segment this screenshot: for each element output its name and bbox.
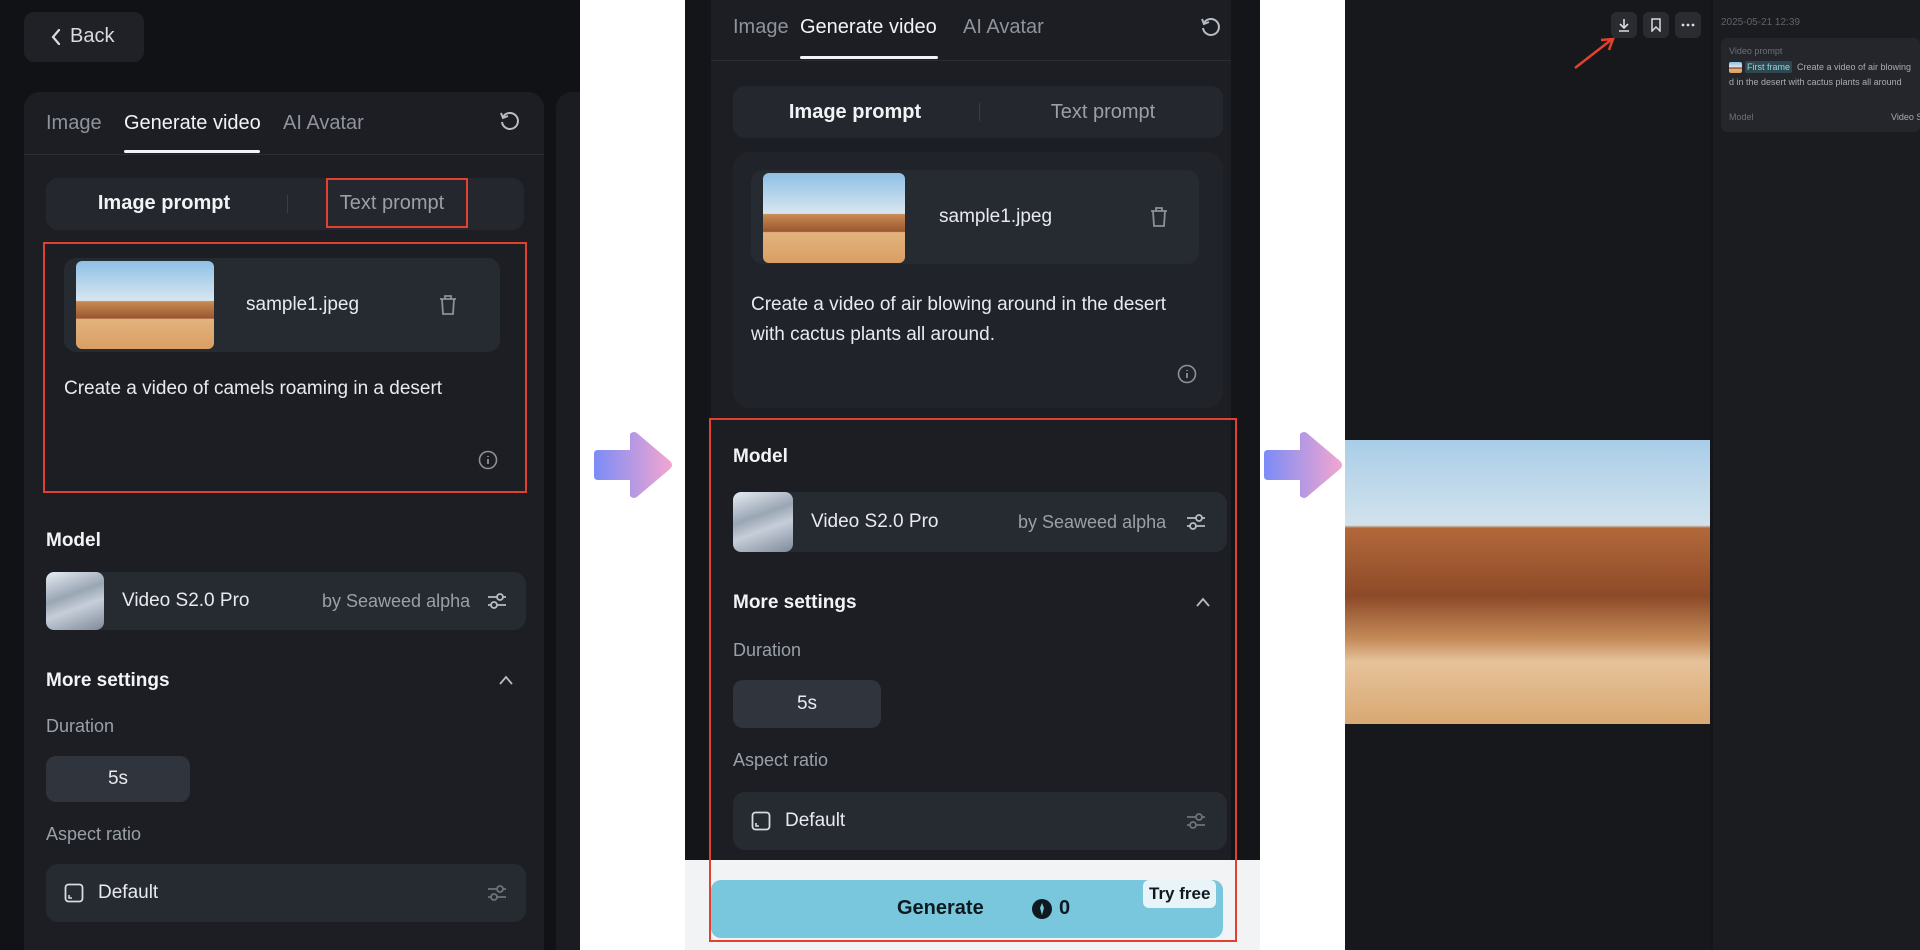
more-settings-title[interactable]: More settings: [46, 670, 170, 692]
toggle-separator: [287, 195, 288, 213]
chevron-left-icon: [51, 29, 61, 45]
tab-image[interactable]: Image: [733, 16, 789, 39]
bookmark-icon: [1651, 18, 1661, 32]
reset-icon[interactable]: [1199, 16, 1221, 38]
aspect-ratio-value: Default: [98, 882, 159, 903]
tab-ai-avatar[interactable]: AI Avatar: [963, 16, 1044, 39]
adjacent-card-edge: [556, 92, 580, 950]
download-icon: [1619, 19, 1629, 32]
more-button[interactable]: [1675, 12, 1701, 38]
text-prompt-tab[interactable]: Text prompt: [981, 101, 1225, 124]
tab-image[interactable]: Image: [46, 112, 102, 135]
timestamp: 2025-05-21 12:39: [1721, 17, 1800, 28]
reset-icon[interactable]: [498, 110, 520, 132]
model-section-title: Model: [46, 530, 101, 551]
prompt-area: sample1.jpeg Create a video of air blowi…: [733, 152, 1223, 408]
prompt-line-2: d in the desert with cactus plants all a…: [1729, 77, 1902, 87]
tabs-divider: [711, 60, 1231, 61]
step1-panel: Back Image Generate video AI Avatar Imag…: [0, 0, 580, 950]
tab-generate-video[interactable]: Generate video: [124, 112, 261, 135]
tab-ai-avatar[interactable]: AI Avatar: [283, 112, 364, 135]
aspect-ratio-icon: [64, 883, 84, 903]
model-by: by Seaweed alpha: [322, 591, 471, 611]
first-frame-thumbnail: [1729, 62, 1742, 73]
uploaded-file-row: sample1.jpeg: [751, 170, 1199, 264]
duration-label: Duration: [46, 716, 115, 736]
active-tab-underline: [124, 150, 260, 153]
trash-icon[interactable]: [1149, 206, 1169, 228]
duration-button[interactable]: 5s: [46, 756, 190, 802]
toggle-separator: [979, 103, 980, 121]
tabs-divider: [24, 154, 544, 155]
tab-generate-video[interactable]: Generate video: [800, 16, 937, 39]
more-dots-icon: [1681, 23, 1695, 27]
image-prompt-tab[interactable]: Image prompt: [46, 192, 282, 215]
highlight-prompt-area: [43, 242, 527, 493]
prompt-info-card: Video prompt First frame Create a video …: [1721, 38, 1920, 132]
aspect-ratio-selector[interactable]: Default: [46, 864, 526, 922]
file-thumbnail: [763, 173, 905, 263]
chevron-up-icon[interactable]: [498, 674, 514, 686]
model-name: Video S2.0 Pro: [122, 590, 250, 611]
prompt-mode-toggle: Image prompt Text prompt: [733, 86, 1223, 138]
model-value: Video S: [1891, 112, 1920, 122]
highlight-settings-area: [709, 418, 1237, 942]
arrow-right-icon: [594, 432, 672, 498]
generated-video-frame[interactable]: [1345, 440, 1710, 724]
highlight-text-prompt: [326, 178, 468, 228]
file-name: sample1.jpeg: [939, 206, 1053, 227]
model-label: Model: [1729, 112, 1754, 122]
back-label: Back: [70, 25, 115, 47]
back-button[interactable]: Back: [24, 12, 144, 62]
prompt-line-1: Create a video of air blowing: [1797, 62, 1912, 72]
prompt-text-line-2[interactable]: with cactus plants all around.: [751, 320, 995, 349]
aspect-ratio-label: Aspect ratio: [46, 824, 142, 844]
arrow-right-icon: [1264, 432, 1342, 498]
video-prompt-label: Video prompt: [1729, 46, 1783, 56]
settings-sliders-icon[interactable]: [486, 590, 508, 612]
bookmark-button[interactable]: [1643, 12, 1669, 38]
step2-panel: Image Generate video AI Avatar Image pro…: [685, 0, 1260, 950]
model-thumbnail: [46, 572, 104, 630]
model-selector[interactable]: Video S2.0 Pro by Seaweed alpha: [46, 572, 526, 630]
image-prompt-tab[interactable]: Image prompt: [733, 101, 977, 124]
prompt-text-line-1[interactable]: Create a video of air blowing around in …: [751, 290, 1166, 319]
first-frame-tag: First frame: [1745, 61, 1793, 73]
step3-panel: 2025-05-21 12:39 Video prompt First fram…: [1345, 0, 1920, 950]
history-sidebar: 2025-05-21 12:39 Video prompt First fram…: [1713, 0, 1920, 950]
settings-sliders-icon[interactable]: [486, 882, 508, 904]
download-button[interactable]: [1611, 12, 1637, 38]
active-tab-underline: [800, 56, 938, 59]
info-icon[interactable]: [1177, 364, 1197, 384]
pointer-arrow-icon: [1574, 37, 1615, 69]
